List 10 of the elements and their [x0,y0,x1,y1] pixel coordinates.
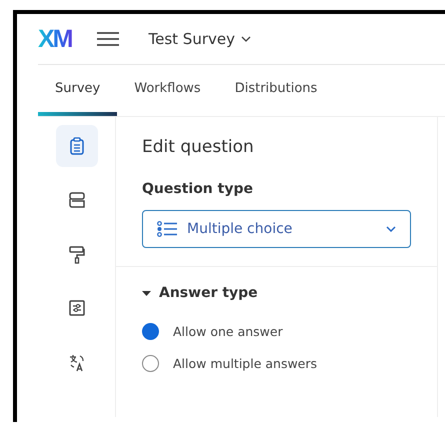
question-type-dropdown[interactable]: Multiple choice [142,210,411,248]
tab[interactable]: Workflows [117,65,218,116]
panel-title: Edit question [142,137,255,157]
section-toggle[interactable]: Answer type [142,285,258,301]
tab[interactable]: Distributions [218,65,334,116]
survey-menu[interactable]: Test Survey [148,30,251,48]
radio-option[interactable]: Allow multiple answers [142,355,411,372]
radio-option[interactable]: Allow one answer [142,323,411,340]
tab[interactable]: Survey [38,65,118,116]
field-label: Question type [142,181,254,197]
